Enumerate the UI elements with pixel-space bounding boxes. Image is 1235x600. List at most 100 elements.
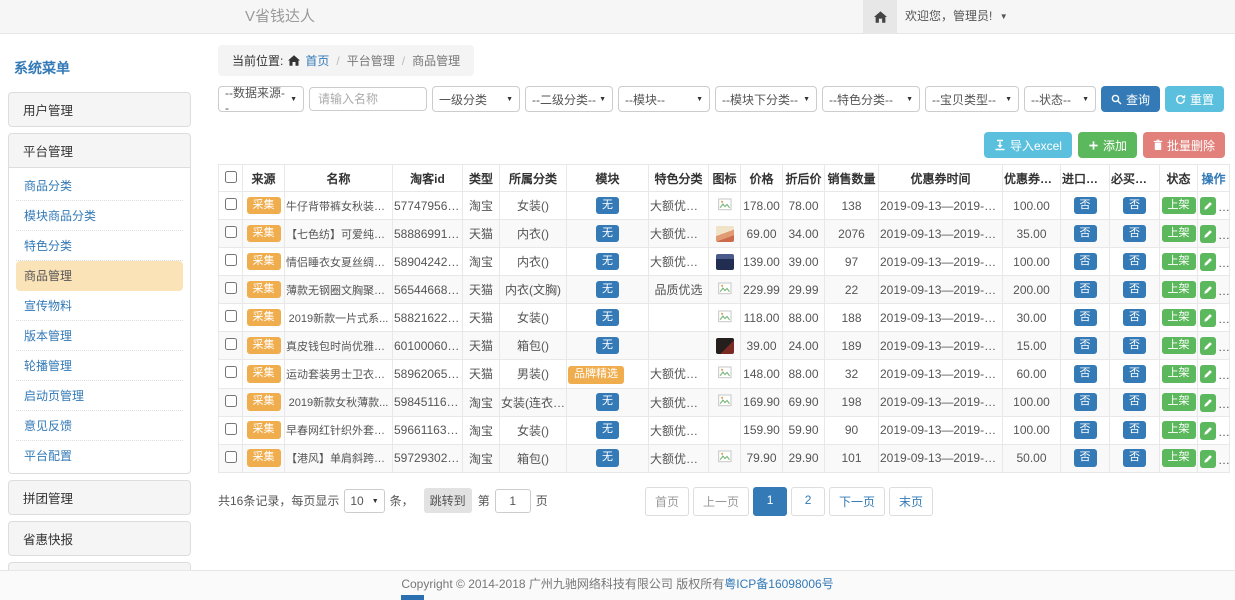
home-button[interactable]	[863, 0, 897, 33]
status-badge[interactable]: 上架	[1162, 309, 1196, 327]
must-buy-toggle[interactable]: 否	[1123, 393, 1146, 411]
status-badge[interactable]: 上架	[1162, 197, 1196, 215]
data-source-select[interactable]: --数据来源--▼	[218, 86, 304, 112]
import-excel-button[interactable]: 导入excel	[984, 132, 1072, 158]
status-badge[interactable]: 上架	[1162, 253, 1196, 271]
sidebar-group-0[interactable]: 用户管理	[8, 92, 191, 127]
feature-select[interactable]: --特色分类--▼	[822, 86, 920, 112]
row-checkbox[interactable]	[225, 338, 237, 350]
page-prev-button[interactable]: 上一页	[693, 487, 749, 516]
status-badge[interactable]: 上架	[1162, 421, 1196, 439]
import-pick-toggle[interactable]: 否	[1074, 309, 1097, 327]
status-badge[interactable]: 上架	[1162, 449, 1196, 467]
sidebar-item-1-7[interactable]: 启动页管理	[16, 381, 183, 411]
sidebar-item-1-3[interactable]: 商品管理	[16, 261, 183, 291]
page-number-button[interactable]: 1	[753, 487, 787, 516]
sidebar-item-1-8[interactable]: 意见反馈	[16, 411, 183, 441]
add-button[interactable]: 添加	[1078, 132, 1137, 158]
item-type-select[interactable]: --宝贝类型--▼	[925, 86, 1019, 112]
status-badge[interactable]: 上架	[1162, 281, 1196, 299]
must-buy-toggle[interactable]: 否	[1123, 253, 1146, 271]
select-all-checkbox[interactable]	[225, 171, 237, 183]
import-pick-toggle[interactable]: 否	[1074, 281, 1097, 299]
row-checkbox[interactable]	[225, 226, 237, 238]
row-checkbox[interactable]	[225, 451, 237, 463]
must-buy-toggle[interactable]: 否	[1123, 337, 1146, 355]
edit-button[interactable]	[1200, 394, 1216, 412]
sidebar-item-1-2[interactable]: 特色分类	[16, 231, 183, 261]
page-first-button[interactable]: 首页	[645, 487, 689, 516]
status-badge[interactable]: 上架	[1162, 225, 1196, 243]
edit-button[interactable]	[1200, 365, 1216, 383]
import-pick-toggle[interactable]: 否	[1074, 225, 1097, 243]
row-checkbox[interactable]	[225, 310, 237, 322]
jump-button[interactable]: 跳转到	[424, 488, 472, 513]
status-badge[interactable]: 上架	[1162, 393, 1196, 411]
edit-button[interactable]	[1200, 225, 1216, 243]
sidebar-group-2[interactable]: 拼团管理	[8, 480, 191, 515]
import-pick-toggle[interactable]: 否	[1074, 365, 1097, 383]
import-pick-toggle[interactable]: 否	[1074, 197, 1097, 215]
page-number-button[interactable]: 2	[791, 487, 825, 516]
cell-feature-category	[649, 304, 709, 332]
must-buy-toggle[interactable]: 否	[1123, 225, 1146, 243]
breadcrumb-home-link[interactable]: 首页	[305, 52, 329, 69]
must-buy-toggle[interactable]: 否	[1123, 421, 1146, 439]
name-search-input[interactable]	[309, 87, 427, 111]
module-select[interactable]: --模块--▼	[618, 86, 710, 112]
edit-button[interactable]	[1200, 450, 1216, 468]
edit-button[interactable]	[1200, 253, 1216, 271]
search-button[interactable]: 查询	[1101, 86, 1160, 112]
must-buy-toggle[interactable]: 否	[1123, 365, 1146, 383]
sidebar-item-1-4[interactable]: 宣传物料	[16, 291, 183, 321]
edit-button[interactable]	[1200, 281, 1216, 299]
must-buy-toggle[interactable]: 否	[1123, 449, 1146, 467]
cell-icon	[709, 444, 741, 472]
must-buy-toggle[interactable]: 否	[1123, 309, 1146, 327]
status-badge[interactable]: 上架	[1162, 337, 1196, 355]
status-badge[interactable]: 上架	[1162, 365, 1196, 383]
import-pick-toggle[interactable]: 否	[1074, 393, 1097, 411]
sidebar-item-1-0[interactable]: 商品分类	[16, 171, 183, 201]
edit-button[interactable]	[1200, 309, 1216, 327]
edit-button[interactable]	[1200, 197, 1216, 215]
import-pick-toggle[interactable]: 否	[1074, 421, 1097, 439]
per-page-select[interactable]: 10▼	[344, 489, 384, 513]
page-next-button[interactable]: 下一页	[829, 487, 885, 516]
reset-button[interactable]: 重置	[1165, 86, 1224, 112]
row-checkbox[interactable]	[225, 366, 237, 378]
import-pick-toggle[interactable]: 否	[1074, 337, 1097, 355]
page-last-button[interactable]: 末页	[889, 487, 933, 516]
cat2-select[interactable]: --二级分类--▼	[525, 86, 613, 112]
chevron-down-icon: ▼	[696, 96, 703, 103]
sidebar-group-1[interactable]: 平台管理	[8, 133, 191, 168]
sidebar-group-3[interactable]: 省惠快报	[8, 521, 191, 556]
edit-button[interactable]	[1200, 422, 1216, 440]
icp-link[interactable]: 粤ICP备16098006号	[724, 577, 833, 591]
sidebar-item-1-9[interactable]: 平台配置	[16, 441, 183, 470]
row-checkbox[interactable]	[225, 423, 237, 435]
page-number-input[interactable]	[495, 489, 531, 513]
import-pick-toggle[interactable]: 否	[1074, 449, 1097, 467]
cat1-select[interactable]: 一级分类▼	[432, 86, 520, 112]
home-icon	[288, 55, 300, 66]
row-checkbox[interactable]	[225, 395, 237, 407]
cell-module: 无	[567, 220, 649, 248]
status-select[interactable]: --状态--▼	[1024, 86, 1096, 112]
must-buy-toggle[interactable]: 否	[1123, 281, 1146, 299]
user-menu[interactable]: 欢迎您，管理员! ▼	[905, 0, 1008, 33]
row-checkbox[interactable]	[225, 198, 237, 210]
row-checkbox[interactable]	[225, 282, 237, 294]
row-checkbox[interactable]	[225, 254, 237, 266]
import-pick-toggle[interactable]: 否	[1074, 253, 1097, 271]
column-header-9: 折后价	[783, 165, 825, 192]
edit-button[interactable]	[1200, 337, 1216, 355]
sidebar-item-1-6[interactable]: 轮播管理	[16, 351, 183, 381]
cell-product-name: 【港风】单肩斜跨链条...	[285, 444, 393, 472]
module-sub-select[interactable]: --模块下分类--▼	[715, 86, 817, 112]
sidebar-item-1-5[interactable]: 版本管理	[16, 321, 183, 351]
table-row: 采集2019新款女秋薄款...598451162391淘宝女装(连衣裙)无大额优…	[219, 388, 1230, 416]
sidebar-item-1-1[interactable]: 模块商品分类	[16, 201, 183, 231]
must-buy-toggle[interactable]: 否	[1123, 197, 1146, 215]
batch-delete-button[interactable]: 批量删除	[1143, 132, 1225, 158]
